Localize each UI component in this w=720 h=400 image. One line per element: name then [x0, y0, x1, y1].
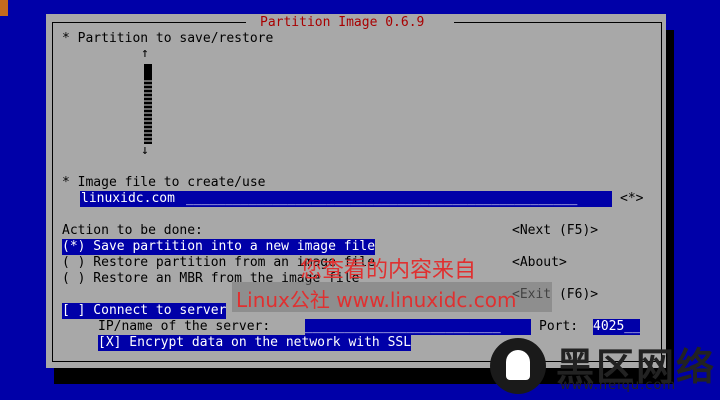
partition-label: * Partition to save/restore	[62, 31, 274, 46]
server-ip-input[interactable]: _________________________	[305, 319, 531, 335]
scroll-thumb[interactable]	[144, 64, 152, 78]
about-button[interactable]: <About>	[512, 255, 567, 271]
logo-icon	[490, 338, 546, 394]
browse-button[interactable]: <*>	[620, 191, 643, 207]
window-title: Partition Image 0.6.9	[260, 15, 425, 30]
encrypt-checkbox[interactable]: [X] Encrypt data on the network with SSL	[98, 335, 412, 351]
logo-url: www.heiqu.com	[560, 378, 677, 393]
next-button[interactable]: <Next (F5)>	[512, 223, 598, 239]
watermark-line1: 您查看的内容来自	[300, 258, 477, 283]
image-file-label: * Image file to create/use	[62, 175, 266, 190]
action-label: Action to be done:	[62, 223, 203, 238]
scroll-up-icon[interactable]: ↑	[141, 46, 149, 62]
scroll-down-icon[interactable]: ↓	[141, 143, 149, 159]
connect-server-checkbox[interactable]: [ ] Connect to server	[62, 303, 227, 319]
image-file-fill: ________________________________________…	[186, 191, 578, 206]
port-label: Port:	[539, 319, 579, 334]
port-input[interactable]: 4025__	[593, 319, 640, 335]
image-file-value: linuxidc.com	[81, 191, 175, 206]
server-ip-label: IP/name of the server:	[98, 319, 271, 334]
corner-marker	[0, 0, 8, 16]
watermark-line2: Linux公社 www.linuxidc.com	[236, 288, 517, 312]
